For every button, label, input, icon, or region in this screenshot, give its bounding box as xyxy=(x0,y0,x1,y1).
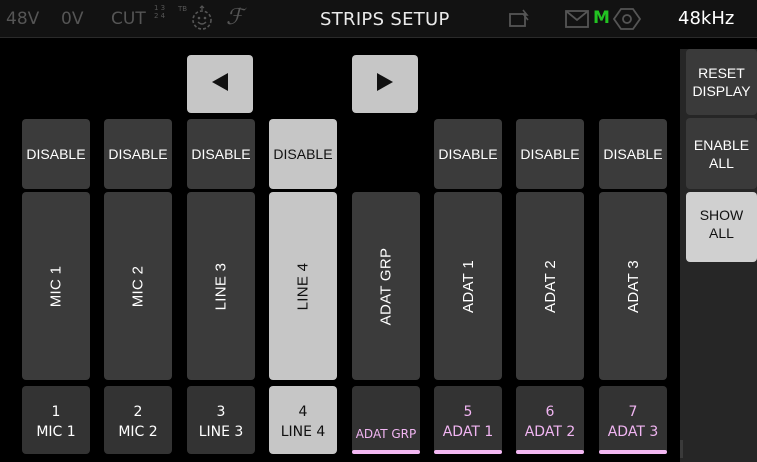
triangle-right-icon xyxy=(375,72,395,96)
strip-1-label-name: MIC 1 xyxy=(36,424,76,440)
sample-rate: 48kHz xyxy=(678,8,735,29)
strip-4-label[interactable]: 4 LINE 4 xyxy=(269,386,337,454)
enable-all-button[interactable]: ENABLE ALL xyxy=(686,118,757,189)
next-page-button[interactable] xyxy=(352,55,418,113)
strip-8-number: 7 xyxy=(628,404,638,420)
strip-1-number: 1 xyxy=(51,404,61,420)
phantom-power-indicator: 48V xyxy=(6,9,40,29)
strip-6-label[interactable]: 5 ADAT 1 xyxy=(434,386,502,454)
strip-1-disable-label: DISABLE xyxy=(26,145,86,162)
reset-display-button[interactable]: RESET DISPLAY xyxy=(686,49,757,115)
enable-line-2: ALL xyxy=(709,154,734,171)
adat-group-bar xyxy=(516,450,584,454)
strip-3-number: 3 xyxy=(216,404,226,420)
strip-6-name-button[interactable]: ADAT 1 xyxy=(434,192,502,380)
strip-7-label-name: ADAT 2 xyxy=(524,424,576,440)
strip-4-name-button[interactable]: LINE 4 xyxy=(269,192,337,380)
cut-channels: 1 3 2 4 xyxy=(154,4,165,20)
smiley-icon xyxy=(189,5,215,37)
mail-icon xyxy=(565,10,589,32)
strip-3-name-button[interactable]: LINE 3 xyxy=(187,192,255,380)
strip-1-label[interactable]: 1 MIC 1 xyxy=(22,386,90,454)
f-icon: ℱ xyxy=(226,5,244,30)
strip-8-label-name: ADAT 3 xyxy=(607,424,659,440)
strip-4-name: LINE 4 xyxy=(294,262,312,310)
strip-2-label-name: MIC 2 xyxy=(118,424,158,440)
strip-3-disable-button[interactable]: DISABLE xyxy=(187,119,255,189)
prev-page-button[interactable] xyxy=(187,55,253,113)
reset-display-label: RESET DISPLAY xyxy=(692,64,750,100)
strip-3-name: LINE 3 xyxy=(212,262,230,310)
wifi-icon xyxy=(509,8,531,32)
talkback-indicator: TB xyxy=(178,5,188,13)
adat-group-bar xyxy=(434,450,502,454)
adat-group-bar xyxy=(599,450,667,454)
strip-1-name: MIC 1 xyxy=(47,265,65,307)
strip-2-number: 2 xyxy=(133,404,143,420)
strip-6-label-name: ADAT 1 xyxy=(442,424,494,440)
strip-7-name-button[interactable]: ADAT 2 xyxy=(516,192,584,380)
panel-divider xyxy=(680,440,683,458)
strip-4-disable-label: DISABLE xyxy=(273,145,333,162)
strip-5-label-name: ADAT GRP xyxy=(355,427,417,441)
triangle-left-icon xyxy=(210,72,230,96)
adat-group-bar xyxy=(352,450,420,454)
show-line-1: SHOW xyxy=(699,207,744,223)
strip-8-name-button[interactable]: ADAT 3 xyxy=(599,192,667,380)
strip-5-label[interactable]: ADAT GRP xyxy=(352,386,420,454)
cut-indicator: CUT xyxy=(111,9,146,29)
strip-7-label[interactable]: 6 ADAT 2 xyxy=(516,386,584,454)
zero-volt-indicator: 0V xyxy=(61,9,84,29)
strip-6-name: ADAT 1 xyxy=(459,259,477,313)
strip-4-number: 4 xyxy=(298,404,308,420)
strip-7-disable-label: DISABLE xyxy=(520,145,580,162)
strip-3-label-name: LINE 3 xyxy=(198,424,244,440)
strip-7-disable-button[interactable]: DISABLE xyxy=(516,119,584,189)
strip-8-label[interactable]: 7 ADAT 3 xyxy=(599,386,667,454)
strip-2-disable-button[interactable]: DISABLE xyxy=(104,119,172,189)
strip-5-name: ADAT GRP xyxy=(377,247,395,325)
strip-6-disable-label: DISABLE xyxy=(438,145,498,162)
strip-2-disable-label: DISABLE xyxy=(108,145,168,162)
cut-channels-bottom: 2 4 xyxy=(154,12,166,20)
show-line-2: ALL xyxy=(709,225,734,241)
strip-4-label-name: LINE 4 xyxy=(280,424,326,440)
strip-6-disable-button[interactable]: DISABLE xyxy=(434,119,502,189)
strip-8-disable-button[interactable]: DISABLE xyxy=(599,119,667,189)
strip-2-name: MIC 2 xyxy=(129,265,147,307)
strip-1-disable-button[interactable]: DISABLE xyxy=(22,119,90,189)
cut-channels-top: 1 3 xyxy=(154,4,166,12)
reset-line-1: RESET xyxy=(698,65,745,81)
strip-5-name-button[interactable]: ADAT GRP xyxy=(352,192,420,380)
show-all-button[interactable]: SHOW ALL xyxy=(686,192,757,262)
strip-8-name: ADAT 3 xyxy=(624,259,642,313)
strip-4-disable-button[interactable]: DISABLE xyxy=(269,119,337,189)
strip-3-disable-label: DISABLE xyxy=(191,145,251,162)
enable-line-1: ENABLE xyxy=(693,136,750,153)
strip-2-name-button[interactable]: MIC 2 xyxy=(104,192,172,380)
status-bar: 48V 0V CUT 1 3 2 4 TB ℱ STRIPS SETUP M 4… xyxy=(0,0,757,38)
strip-7-name: ADAT 2 xyxy=(541,259,559,313)
strip-7-number: 6 xyxy=(545,404,555,420)
strip-1-name-button[interactable]: MIC 1 xyxy=(22,192,90,380)
gear-icon xyxy=(612,7,642,35)
page-title: STRIPS SETUP xyxy=(320,9,450,30)
strip-3-label[interactable]: 3 LINE 3 xyxy=(187,386,255,454)
enable-all-label: ENABLE ALL xyxy=(694,136,749,172)
strip-2-label[interactable]: 2 MIC 2 xyxy=(104,386,172,454)
meter-mode-indicator: M xyxy=(593,8,610,28)
strip-6-number: 5 xyxy=(463,404,473,420)
reset-line-2: DISPLAY xyxy=(692,83,751,99)
show-all-label: SHOW ALL xyxy=(700,206,744,242)
strip-8-disable-label: DISABLE xyxy=(603,145,663,162)
